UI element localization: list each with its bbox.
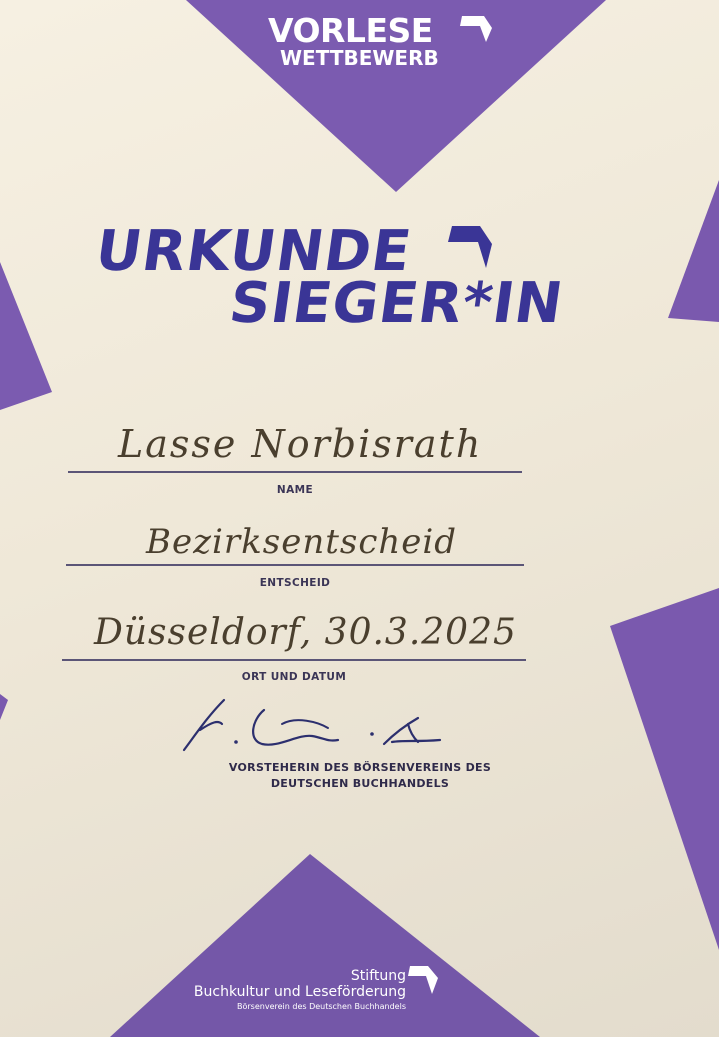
signature-caption-line-1: VORSTEHERIN DES BÖRSENVEREINS DES <box>228 761 492 774</box>
entscheid-label: ENTSCHEID <box>259 577 331 589</box>
foundation-line-1: Stiftung <box>350 968 406 984</box>
entscheid-line <box>66 564 524 566</box>
foundation-line-3: Börsenverein des Deutschen Buchhandels <box>237 1002 406 1011</box>
name-label: NAME <box>276 484 314 496</box>
signature <box>182 698 442 752</box>
certificate-page: VORLESE WETTBEWERB URKUNDE SIEGER*IN Las… <box>0 0 719 1037</box>
foundation-line-2: Buchkultur und Leseförderung <box>193 984 406 1000</box>
signature-caption-line-2: DEUTSCHEN BUCHHANDELS <box>270 777 450 790</box>
ort-datum-line <box>62 659 526 661</box>
book-shape-icon <box>460 16 492 42</box>
ort-datum-value: Düsseldorf, 30.3.2025 <box>94 612 517 653</box>
entscheid-value: Bezirksentscheid <box>146 522 458 562</box>
background-star-shape <box>0 0 719 1037</box>
foundation-logo: Stiftung Buchkultur und Leseförderung Bö… <box>170 968 406 1013</box>
signature-caption: VORSTEHERIN DES BÖRSENVEREINS DES DEUTSC… <box>160 760 560 792</box>
name-line <box>68 471 522 473</box>
ort-datum-label: ORT UND DATUM <box>241 671 347 683</box>
name-value: Lasse Norbisrath <box>118 422 483 466</box>
title-line-2: SIEGER*IN <box>225 271 568 336</box>
brand-line-2: WETTBEWERB <box>280 46 439 70</box>
book-shape-icon <box>408 966 438 994</box>
book-shape-icon <box>448 226 492 268</box>
